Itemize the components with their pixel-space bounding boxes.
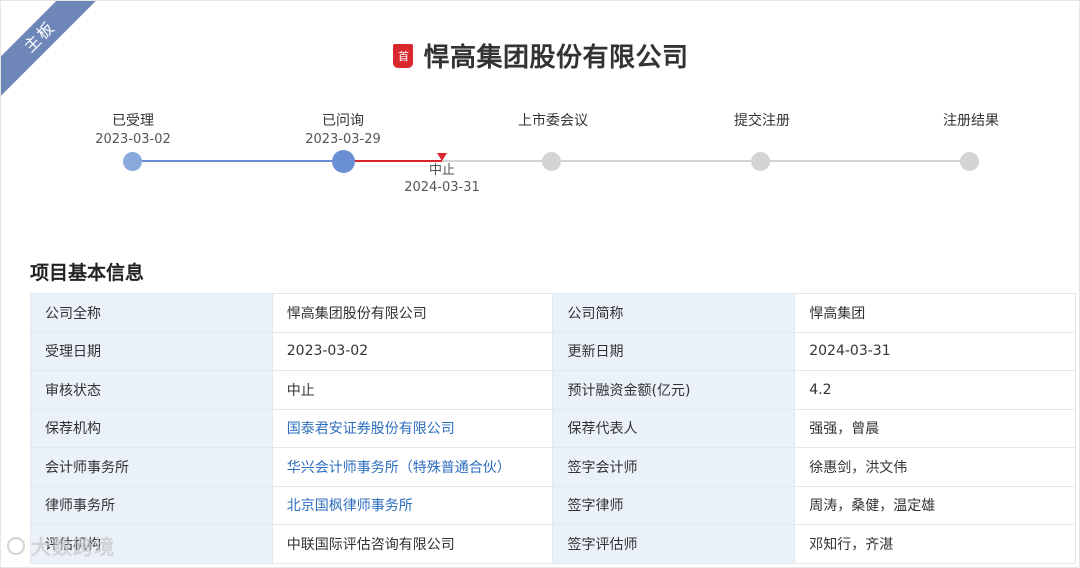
stop-date: 2024-03-31 [404, 180, 480, 195]
first-listing-badge-icon: 首 [393, 43, 414, 68]
field-label: 签字评估师 [552, 524, 796, 564]
stage-date: 2023-03-29 [305, 132, 381, 147]
field-label: 受理日期 [30, 331, 273, 371]
field-label: 会计师事务所 [30, 447, 273, 487]
table-row: 评估机构 中联国际评估咨询有限公司 签字评估师 邓知行，齐湛 [30, 524, 1076, 564]
field-label: 签字会计师 [552, 447, 796, 487]
watermark: 大数跨境 [7, 531, 115, 560]
field-label: 审核状态 [30, 370, 273, 410]
progress-line-pending [442, 160, 969, 162]
stop-marker-icon [437, 153, 447, 161]
stage-label: 上市委会议 [518, 113, 588, 129]
field-value: 徐惠剑，洪文伟 [794, 447, 1076, 487]
field-label: 更新日期 [552, 331, 796, 371]
field-label: 签字律师 [552, 485, 796, 525]
field-value: 邓知行，齐湛 [794, 524, 1076, 564]
company-title: 悍高集团股份有限公司 [423, 43, 689, 73]
section-title: 项目基本信息 [30, 262, 145, 284]
stage-label: 已受理 [112, 113, 154, 129]
field-label: 律师事务所 [30, 485, 273, 525]
stage-label: 已问询 [322, 113, 364, 129]
field-label: 公司全称 [30, 293, 273, 333]
stage-submit-registration: 提交注册 [682, 111, 842, 131]
stop-label: 中止 [428, 163, 455, 178]
field-label: 公司简称 [552, 293, 796, 333]
stage-dot-done [123, 152, 142, 171]
accounting-firm-link[interactable]: 华兴会计师事务所（特殊普通合伙） [271, 447, 554, 487]
stage-accepted: 已受理 2023-03-02 [53, 111, 213, 149]
table-row: 会计师事务所 华兴会计师事务所（特殊普通合伙） 签字会计师 徐惠剑，洪文伟 [30, 447, 1076, 487]
field-value: 周涛，桑健，温定雄 [794, 485, 1076, 525]
field-value: 中联国际评估咨询有限公司 [271, 524, 554, 564]
table-row: 律师事务所 北京国枫律师事务所 签字律师 周涛，桑健，温定雄 [30, 485, 1076, 525]
page-frame: 主板 首 悍高集团股份有限公司 已受理 2023-03-02 已问询 2023-… [0, 0, 1080, 568]
field-value: 强强，曾晨 [794, 408, 1076, 448]
table-row: 公司全称 悍高集团股份有限公司 公司简称 悍高集团 [30, 293, 1076, 333]
field-label: 保荐机构 [30, 408, 273, 448]
watermark-text: 大数跨境 [31, 535, 115, 559]
stop-info: 中止 2024-03-31 [382, 162, 502, 197]
review-progress-timeline: 已受理 2023-03-02 已问询 2023-03-29 上市委会议 提交注册… [1, 106, 1079, 216]
watermark-logo-icon [7, 536, 25, 555]
stage-dot-pending [960, 152, 979, 171]
stage-label: 提交注册 [734, 113, 790, 129]
stage-listing-committee: 上市委会议 [473, 111, 633, 131]
field-value: 中止 [271, 370, 554, 410]
project-info-table: 公司全称 悍高集团股份有限公司 公司简称 悍高集团 受理日期 2023-03-0… [30, 293, 1076, 564]
stage-dot-pending [542, 152, 561, 171]
field-value: 4.2 [794, 370, 1076, 410]
table-row: 保荐机构 国泰君安证券股份有限公司 保荐代表人 强强，曾晨 [30, 408, 1076, 448]
stage-label: 注册结果 [943, 113, 999, 129]
field-value: 2023-03-02 [271, 331, 554, 371]
table-row: 受理日期 2023-03-02 更新日期 2024-03-31 [30, 331, 1076, 371]
field-value: 悍高集团 [794, 293, 1076, 333]
field-label: 预计融资金额(亿元) [552, 370, 796, 410]
law-firm-link[interactable]: 北京国枫律师事务所 [271, 485, 554, 525]
stage-dot-current [332, 150, 355, 173]
stage-registration-result: 注册结果 [891, 111, 1051, 131]
company-header: 首 悍高集团股份有限公司 [1, 37, 1079, 74]
stage-dot-pending [751, 152, 770, 171]
stage-date: 2023-03-02 [95, 132, 171, 147]
table-row: 审核状态 中止 预计融资金额(亿元) 4.2 [30, 370, 1076, 410]
field-value: 2024-03-31 [794, 331, 1076, 371]
field-label: 保荐代表人 [552, 408, 796, 448]
field-value: 悍高集团股份有限公司 [271, 293, 554, 333]
stage-inquired: 已问询 2023-03-29 [263, 111, 423, 149]
sponsor-link[interactable]: 国泰君安证券股份有限公司 [271, 408, 554, 448]
progress-line-done [133, 160, 344, 162]
